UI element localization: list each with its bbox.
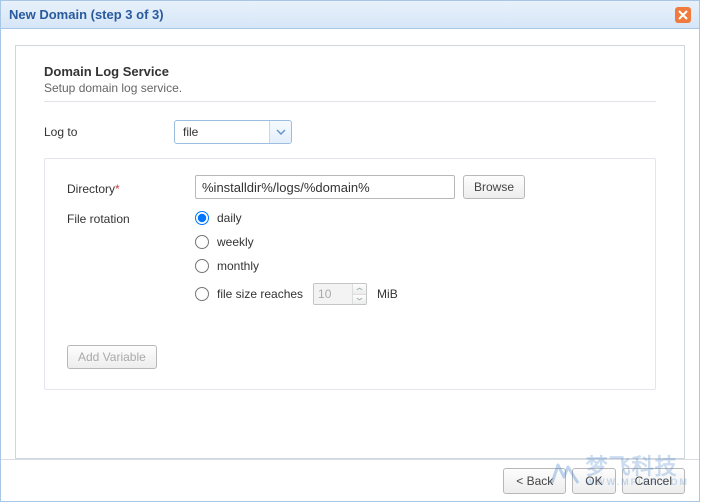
directory-row: Directory* Browse (67, 175, 633, 199)
close-icon (678, 10, 688, 20)
section-header: Domain Log Service Setup domain log serv… (44, 64, 656, 95)
rotation-option-daily[interactable]: daily (195, 211, 398, 225)
chevron-down-icon (276, 129, 286, 135)
section-subtitle: Setup domain log service. (44, 81, 656, 95)
rotation-row: File rotation daily weekly monthly (67, 209, 633, 305)
filesize-spinner[interactable] (313, 283, 367, 305)
spinner-buttons (352, 284, 366, 304)
inner-panel: Domain Log Service Setup domain log serv… (15, 45, 685, 459)
rotation-option-weekly[interactable]: weekly (195, 235, 398, 249)
dialog: New Domain (step 3 of 3) Domain Log Serv… (0, 0, 700, 502)
spinner-up[interactable] (353, 284, 366, 295)
radio-monthly[interactable] (195, 259, 209, 273)
log-to-row: Log to file (44, 120, 656, 144)
back-button[interactable]: < Back (503, 468, 566, 494)
chevron-down-icon (356, 297, 363, 301)
directory-input[interactable] (195, 175, 455, 199)
log-to-select[interactable]: file (174, 120, 292, 144)
file-options-panel: Directory* Browse File rotation daily (44, 158, 656, 390)
browse-button[interactable]: Browse (463, 175, 525, 199)
radio-weekly[interactable] (195, 235, 209, 249)
dialog-title: New Domain (step 3 of 3) (9, 7, 164, 22)
chevron-up-icon (356, 287, 363, 291)
ok-button[interactable]: OK (572, 468, 615, 494)
required-marker: * (115, 182, 120, 196)
log-to-value: file (175, 125, 269, 139)
rotation-option-monthly[interactable]: monthly (195, 259, 398, 273)
section-title: Domain Log Service (44, 64, 656, 79)
divider (44, 101, 656, 102)
content-area: Domain Log Service Setup domain log serv… (1, 29, 699, 459)
titlebar: New Domain (step 3 of 3) (1, 1, 699, 29)
filesize-input (314, 284, 352, 304)
spinner-down[interactable] (353, 295, 366, 305)
log-to-dropdown-button[interactable] (269, 121, 291, 143)
dialog-footer: < Back OK Cancel (1, 459, 699, 501)
radio-daily[interactable] (195, 211, 209, 225)
close-button[interactable] (675, 7, 691, 23)
cancel-button[interactable]: Cancel (622, 468, 685, 494)
rotation-label: File rotation (67, 209, 195, 226)
directory-label: Directory* (67, 179, 195, 196)
rotation-radio-group: daily weekly monthly file size reac (195, 209, 398, 305)
radio-filesize[interactable] (195, 287, 209, 301)
rotation-option-filesize[interactable]: file size reaches MiB (195, 283, 398, 305)
add-variable-button[interactable]: Add Variable (67, 345, 157, 369)
log-to-label: Log to (44, 125, 174, 139)
